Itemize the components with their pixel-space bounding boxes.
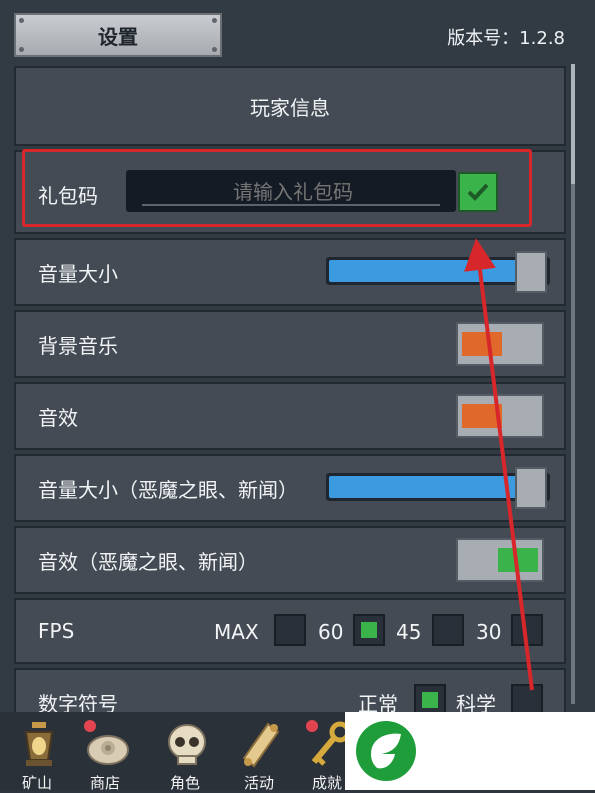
nav-shop[interactable]: 商店 bbox=[70, 712, 140, 792]
skull-icon bbox=[168, 724, 206, 765]
bottom-nav: 矿山 商店 角色 活动 成就 bbox=[0, 712, 351, 792]
nav-mine[interactable]: 矿山 bbox=[2, 712, 72, 792]
nav-character[interactable]: 角色 bbox=[150, 712, 220, 792]
scroll-icon bbox=[242, 722, 280, 768]
annotation-arrow bbox=[464, 238, 534, 691]
watermark-area bbox=[345, 712, 595, 790]
lantern-icon bbox=[24, 722, 54, 766]
leaf-logo-icon bbox=[356, 721, 416, 781]
ore-icon bbox=[87, 735, 129, 765]
nav-events[interactable]: 活动 bbox=[224, 712, 294, 792]
